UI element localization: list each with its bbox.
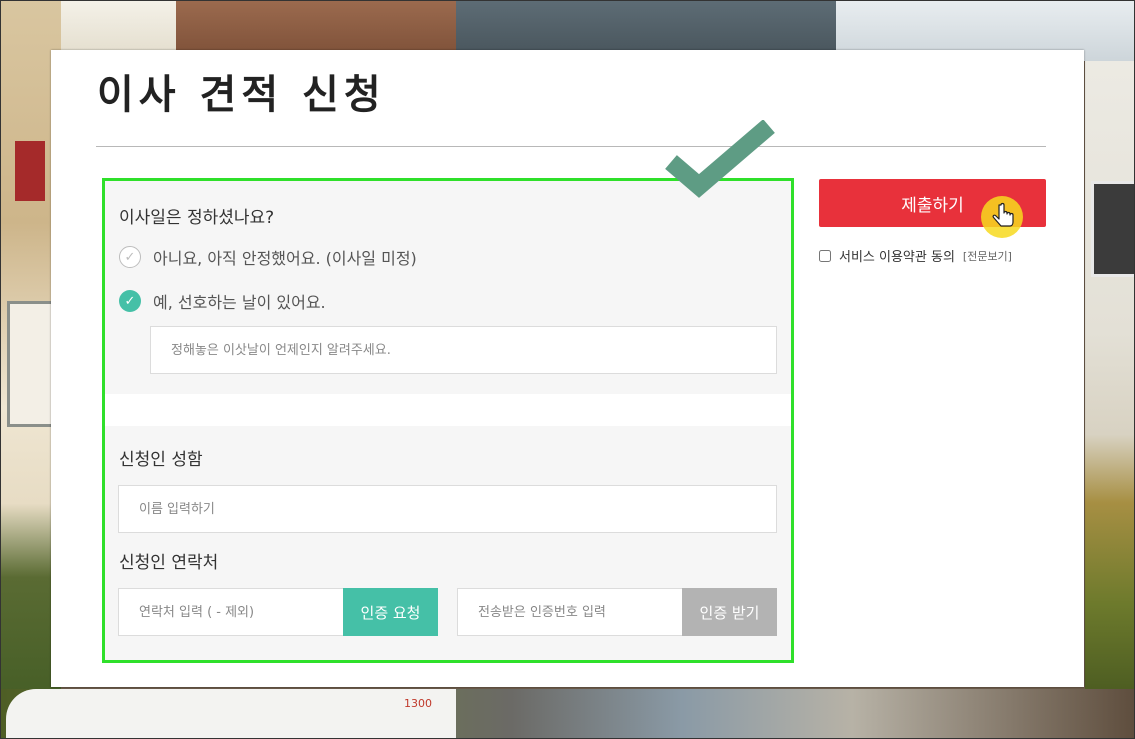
option-label: 예, 선호하는 날이 있어요. <box>153 293 326 312</box>
applicant-contact-label: 신청인 연락처 <box>119 553 219 573</box>
terms-view-link[interactable]: [전문보기] <box>963 248 1012 264</box>
van-number: 1300 <box>404 697 432 710</box>
receive-code-button[interactable]: 인증 받기 <box>682 588 777 636</box>
quote-request-card: 이사 견적 신청 이사일은 정하셨나요? ✓ 아니요, 아직 안정했어요. (이… <box>51 50 1084 687</box>
circle-check-filled-icon: ✓ <box>119 290 141 312</box>
terms-checkbox[interactable] <box>819 249 831 262</box>
title-divider <box>96 146 1046 147</box>
van <box>6 689 456 738</box>
page-title: 이사 견적 신청 <box>97 72 386 118</box>
terms-agree-label: 서비스 이용약관 동의 <box>839 250 955 265</box>
form-highlight-area: 이사일은 정하셨나요? ✓ 아니요, 아직 안정했어요. (이사일 미정) ✓ … <box>102 178 794 663</box>
verification-code-input[interactable] <box>457 588 683 636</box>
circle-check-outline-icon: ✓ <box>119 246 141 268</box>
hand-pointer-icon <box>981 196 1023 238</box>
applicant-name-input[interactable] <box>118 485 777 533</box>
moving-date-input[interactable] <box>150 326 777 374</box>
phone-input[interactable] <box>118 588 344 636</box>
applicant-panel: 신청인 성함 신청인 연락처 인증 요청 인증 받기 <box>105 426 791 660</box>
terms-agreement[interactable]: 서비스 이용약관 동의 [전문보기] <box>819 246 1012 265</box>
option-date-preferred[interactable]: ✓ 예, 선호하는 날이 있어요. <box>119 289 326 313</box>
option-label: 아니요, 아직 안정했어요. (이사일 미정) <box>153 249 417 268</box>
option-date-undecided[interactable]: ✓ 아니요, 아직 안정했어요. (이사일 미정) <box>119 245 417 269</box>
applicant-name-label: 신청인 성함 <box>119 450 203 470</box>
large-checkmark-icon <box>665 120 775 198</box>
moving-date-question: 이사일은 정하셨나요? <box>119 208 275 228</box>
request-code-button[interactable]: 인증 요청 <box>343 588 438 636</box>
